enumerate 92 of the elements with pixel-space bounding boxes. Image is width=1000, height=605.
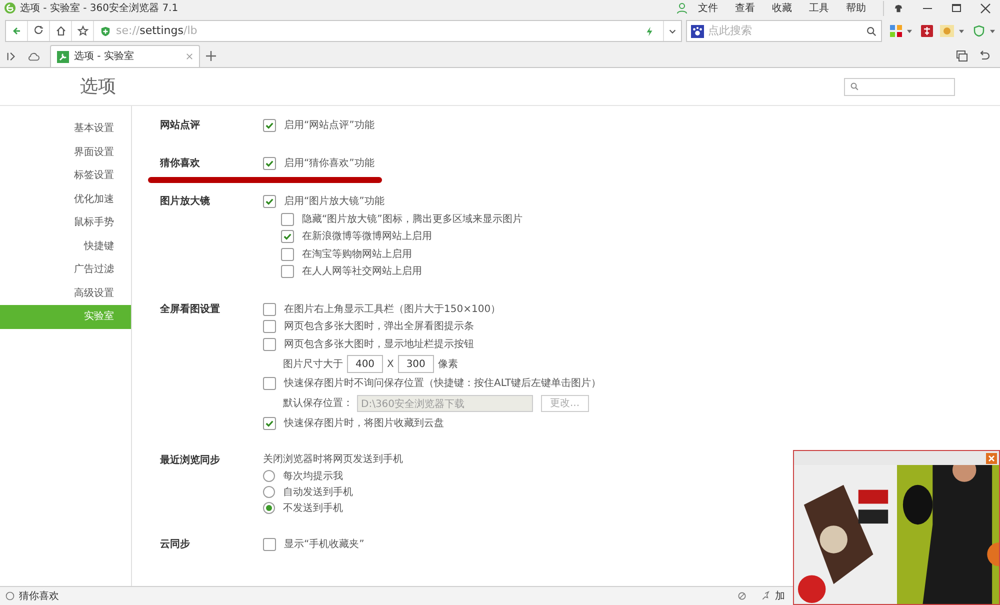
sidebar-item[interactable]: 优化加速 bbox=[0, 188, 131, 211]
checkbox[interactable] bbox=[263, 320, 276, 334]
apps-icon[interactable] bbox=[890, 25, 902, 37]
security-shield-icon[interactable] bbox=[973, 25, 985, 37]
option-label: 网页包含多张大图时，显示地址栏提示按钮 bbox=[284, 338, 474, 352]
checkbox[interactable] bbox=[281, 248, 294, 261]
section-title: 猜你喜欢 bbox=[160, 157, 201, 171]
checkbox[interactable] bbox=[263, 416, 276, 430]
option-label: 每次均提示我 bbox=[283, 470, 343, 484]
checkbox[interactable] bbox=[281, 230, 294, 244]
section-title: 最近浏览同步 bbox=[160, 454, 221, 468]
browser-tab[interactable]: 选项 - 实验室 bbox=[50, 45, 200, 67]
url-text: se://settings/lb bbox=[116, 22, 198, 39]
star-icon[interactable] bbox=[76, 25, 88, 37]
status-text[interactable]: 猜你喜欢 bbox=[19, 588, 59, 604]
window-title: 选项 - 实验室 - 360安全浏览器 7.1 bbox=[20, 2, 178, 16]
option-label: 启用“图片放大镜”功能 bbox=[284, 194, 384, 210]
sidebar-item[interactable]: 高级设置 bbox=[0, 282, 131, 305]
unit-label: 像素 bbox=[438, 358, 458, 372]
reload-icon[interactable] bbox=[32, 25, 44, 37]
option-label: 快速保存图片时不询问保存位置（快捷键：按住ALT键后左键单击图片） bbox=[284, 376, 602, 392]
tab-label: 选项 - 实验室 bbox=[74, 50, 135, 64]
shield-icon bbox=[100, 26, 111, 36]
user-icon[interactable] bbox=[676, 2, 688, 14]
sidebar-item[interactable]: 快捷键 bbox=[0, 234, 131, 258]
page-title: 选项 bbox=[80, 75, 116, 99]
address-bar[interactable]: se://settings/lb bbox=[5, 20, 682, 42]
option-label: 不发送到手机 bbox=[283, 502, 343, 516]
menu-item[interactable]: 收藏 bbox=[772, 0, 792, 16]
caret-icon[interactable] bbox=[907, 28, 912, 34]
option-label: 显示“手机收藏夹” bbox=[284, 538, 364, 552]
option-label: 启用“猜你喜欢”功能 bbox=[284, 156, 374, 172]
option-label: 在淘宝等购物网站上启用 bbox=[302, 248, 412, 262]
sidebar-item[interactable]: 鼠标手势 bbox=[0, 211, 131, 234]
height-field[interactable]: 300 bbox=[398, 355, 434, 373]
sidebar-toggle-icon[interactable] bbox=[6, 50, 17, 62]
checkbox[interactable] bbox=[263, 157, 276, 170]
paw-icon[interactable] bbox=[691, 24, 704, 38]
menu-item[interactable]: 工具 bbox=[809, 0, 829, 16]
wrench-icon bbox=[57, 50, 69, 62]
sidebar-item[interactable]: 界面设置 bbox=[0, 140, 131, 164]
option-label: 默认保存位置： bbox=[283, 396, 353, 411]
option-caption: 关闭浏览器时将网页发送到手机 bbox=[263, 454, 403, 466]
width-field[interactable]: 400 bbox=[347, 355, 383, 373]
caret-icon[interactable] bbox=[959, 28, 964, 34]
status-text[interactable]: 加 bbox=[775, 588, 785, 604]
extension-icon[interactable] bbox=[921, 25, 933, 37]
sidebar-item[interactable]: 广告过滤 bbox=[0, 258, 131, 282]
checkbox[interactable] bbox=[263, 538, 276, 552]
menu-item[interactable]: 文件 bbox=[698, 0, 718, 16]
option-label: 自动发送到手机 bbox=[283, 486, 353, 500]
option-label: 在图片右上角显示工具栏（图片大于150×100） bbox=[284, 302, 501, 317]
section-title: 网站点评 bbox=[160, 119, 201, 133]
checkbox[interactable] bbox=[263, 119, 276, 132]
checkbox[interactable] bbox=[281, 265, 294, 278]
windows-icon[interactable] bbox=[956, 50, 968, 62]
menu-item[interactable]: 查看 bbox=[735, 0, 755, 16]
menu-item[interactable]: 帮助 bbox=[846, 0, 866, 16]
back-arrow-icon[interactable] bbox=[10, 25, 22, 37]
option-label: 在人人网等社交网站上启用 bbox=[302, 264, 422, 280]
separator-label: X bbox=[387, 358, 394, 372]
option-label: 网页包含多张大图时，弹出全屏看图提示条 bbox=[284, 320, 474, 334]
browser-logo-icon bbox=[4, 2, 16, 14]
checkbox[interactable] bbox=[281, 212, 294, 226]
radio-button[interactable] bbox=[263, 502, 275, 514]
caret-icon[interactable] bbox=[990, 28, 995, 34]
option-label: 快速保存图片时，将图片收藏到云盘 bbox=[284, 416, 444, 431]
option-label: 图片尺寸大于 bbox=[283, 358, 343, 372]
section-title: 云同步 bbox=[160, 538, 191, 552]
lightning-icon[interactable] bbox=[644, 26, 655, 36]
new-tab-icon[interactable] bbox=[206, 51, 216, 61]
checkbox[interactable] bbox=[263, 195, 276, 208]
checkbox[interactable] bbox=[263, 377, 276, 390]
search-placeholder: 点此搜索 bbox=[708, 22, 753, 39]
checkbox[interactable] bbox=[263, 302, 276, 316]
section-title: 图片放大镜 bbox=[160, 195, 211, 209]
option-label: 启用“网站点评”功能 bbox=[284, 118, 374, 134]
option-label: 隐藏“图片放大镜”图标，腾出更多区域来显示图片 bbox=[302, 212, 522, 227]
cloud-icon[interactable] bbox=[27, 50, 40, 62]
home-icon[interactable] bbox=[54, 25, 66, 37]
undo-icon[interactable] bbox=[978, 50, 990, 62]
checkbox[interactable] bbox=[263, 338, 276, 351]
search-icon[interactable] bbox=[866, 26, 877, 36]
sidebar-item[interactable]: 基本设置 bbox=[0, 117, 131, 140]
settings-search-field[interactable] bbox=[844, 78, 955, 96]
section-title: 全屏看图设置 bbox=[160, 302, 221, 316]
search-icon bbox=[850, 82, 859, 91]
sidebar-item[interactable]: 标签设置 bbox=[0, 164, 131, 188]
option-label: 在新浪微博等微博网站上启用 bbox=[302, 230, 432, 244]
radio-button[interactable] bbox=[263, 486, 275, 498]
close-tab-icon[interactable] bbox=[186, 53, 193, 60]
radio-button[interactable] bbox=[263, 470, 275, 482]
